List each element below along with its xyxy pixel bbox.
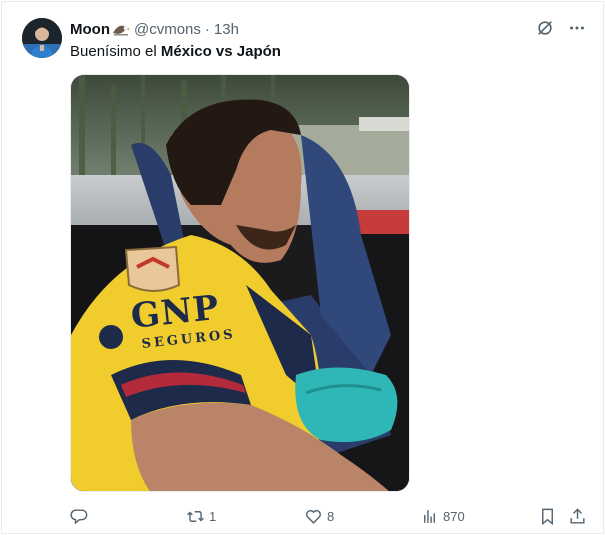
reply-button[interactable] <box>70 504 93 528</box>
author-name[interactable]: Moon <box>70 21 110 38</box>
views-button[interactable]: 870 <box>420 504 465 528</box>
retweet-count: 1 <box>209 508 217 524</box>
tweet-text-bold: México vs Japón <box>160 43 281 60</box>
tweet-text: Buenísimo el México vs Japón <box>70 42 281 62</box>
tweet-card: Moon @cvmons · 13h Buenísimo el México v <box>1 1 604 534</box>
timestamp[interactable]: 13h <box>214 21 239 38</box>
like-count: 8 <box>327 508 335 524</box>
views-icon <box>424 509 435 523</box>
reply-icon <box>70 508 88 524</box>
grok-icon[interactable] <box>535 18 555 38</box>
retweet-icon <box>187 510 204 522</box>
separator-dot: · <box>204 20 210 38</box>
bookmark-icon <box>542 508 553 525</box>
tweet-header: Moon @cvmons · 13h <box>70 19 239 39</box>
like-button[interactable]: 8 <box>304 504 334 528</box>
eagle-emoji-icon <box>112 21 130 37</box>
retweet-button[interactable]: 1 <box>186 504 216 528</box>
share-icon <box>570 507 585 524</box>
avatar[interactable] <box>22 18 62 58</box>
tweet-actions: 1 8 870 <box>70 504 590 528</box>
share-button[interactable] <box>568 504 587 528</box>
tweet-text-prefix: Buenísimo el <box>70 43 161 60</box>
author-handle[interactable]: @cvmons <box>134 21 201 38</box>
tweet-media-image[interactable]: GNP SEGUROS <box>70 74 410 492</box>
tweet-top-actions <box>535 18 587 38</box>
views-count: 870 <box>443 508 465 524</box>
more-icon[interactable] <box>567 18 587 38</box>
bookmark-button[interactable] <box>538 504 557 528</box>
heart-icon <box>306 509 321 524</box>
